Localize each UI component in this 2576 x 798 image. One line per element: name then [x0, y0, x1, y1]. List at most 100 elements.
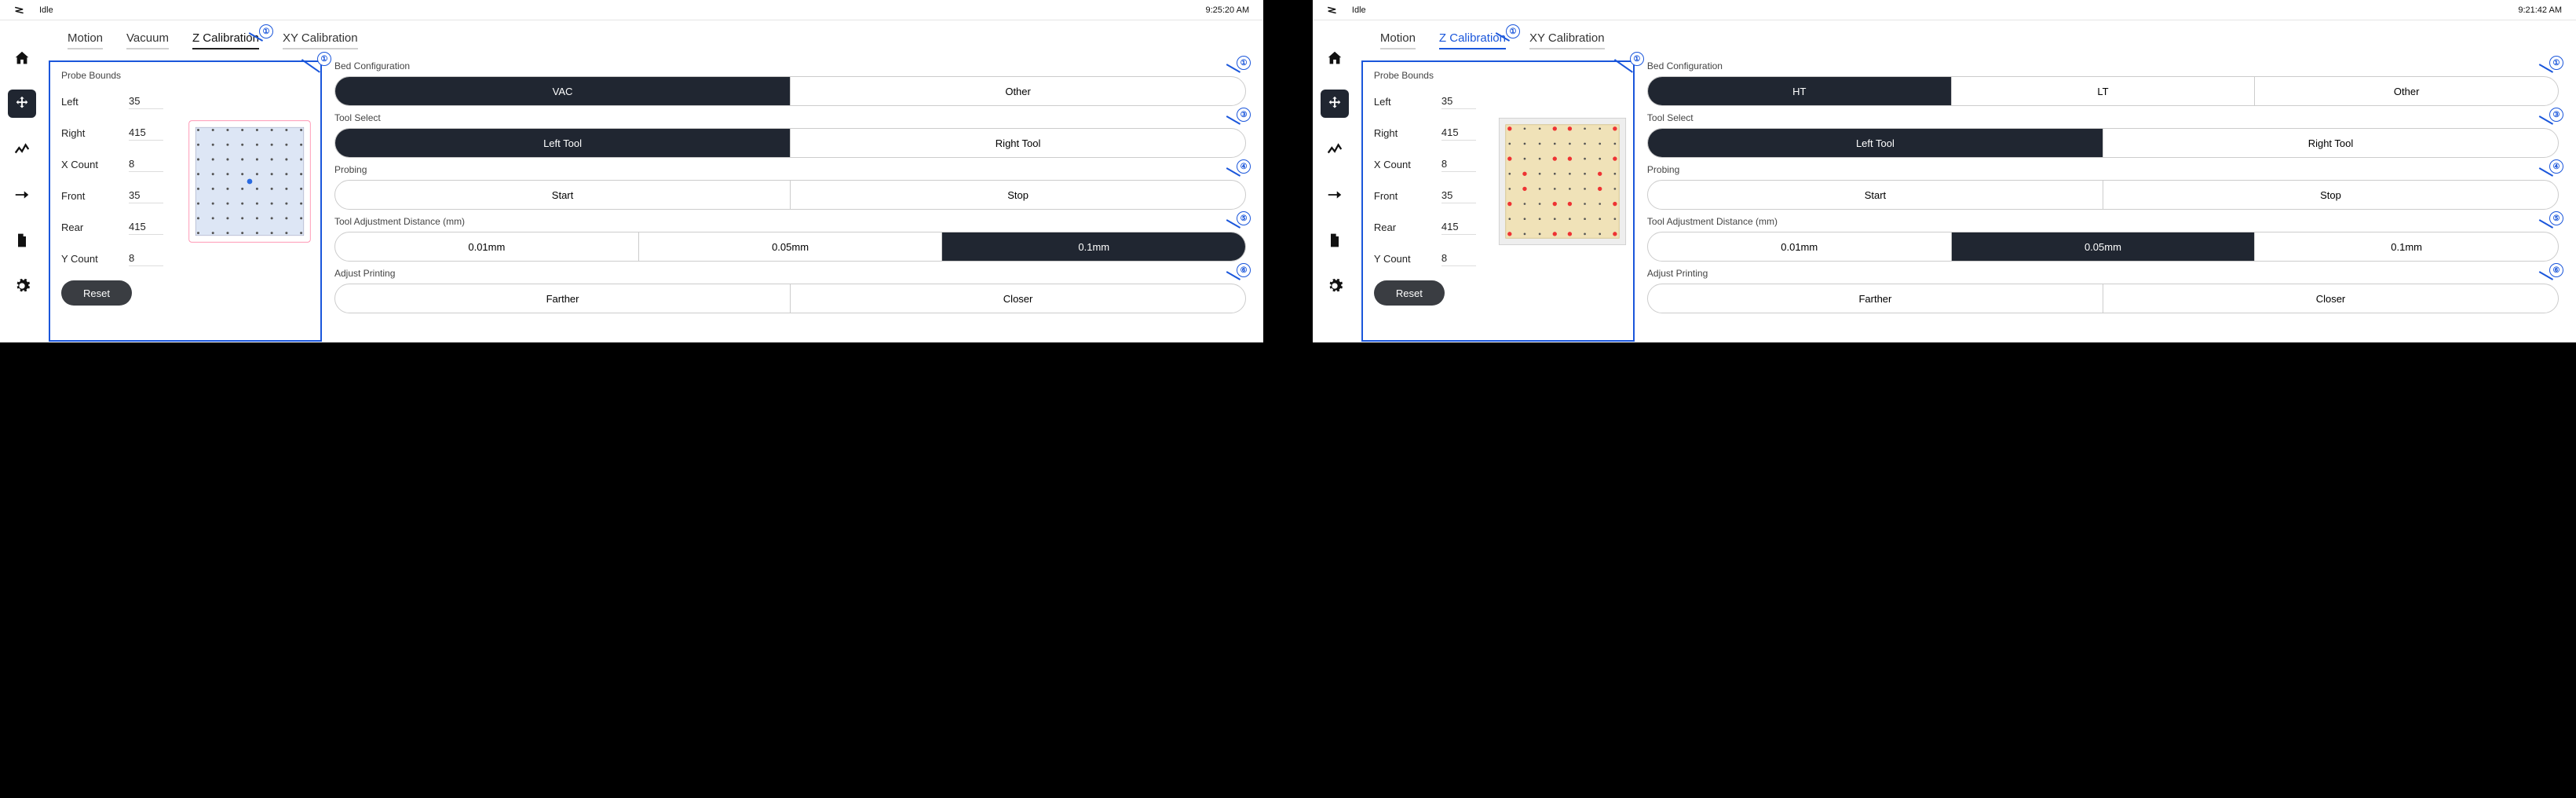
segment-option[interactable]: Left Tool — [1648, 129, 2103, 157]
segment-option[interactable]: Other — [791, 77, 1245, 105]
control-group: ⑥ Adjust Printing FartherCloser — [334, 268, 1246, 313]
status-text: Idle — [1352, 5, 1366, 15]
annotation-badge: ① — [1237, 56, 1251, 70]
segment-option[interactable]: 0.01mm — [1648, 232, 1952, 261]
file-icon[interactable] — [8, 226, 36, 254]
tab-xy-calibration[interactable]: XY Calibration — [1529, 28, 1605, 49]
clock-text: 9:25:20 AM — [1205, 5, 1249, 15]
segment-option[interactable]: HT — [1648, 77, 1952, 105]
control-group: ① Bed Configuration HTLTOther — [1647, 60, 2559, 106]
gear-icon[interactable] — [8, 272, 36, 300]
tab-icon[interactable] — [1321, 181, 1349, 209]
segment-option[interactable]: Stop — [2103, 181, 2558, 209]
annotation-badge: ⑤ — [1237, 211, 1251, 225]
field-label: Left — [1374, 96, 1418, 108]
tab-z-calibration[interactable]: Z Calibration① — [1439, 28, 1506, 49]
segment-option[interactable]: Stop — [791, 181, 1245, 209]
tab-bar: Motion Z Calibration① XY Calibration — [1357, 20, 2563, 54]
field-value[interactable]: 415 — [129, 219, 163, 235]
field-value[interactable]: 35 — [129, 188, 163, 203]
segmented-control: FartherCloser — [334, 284, 1246, 313]
control-group: ⑥ Adjust Printing FartherCloser — [1647, 268, 2559, 313]
field-value[interactable]: 415 — [1441, 219, 1476, 235]
tab-motion[interactable]: Motion — [1380, 28, 1416, 49]
field-value[interactable]: 35 — [1441, 188, 1476, 203]
section-title: Adjust Printing — [1647, 268, 2559, 279]
section-title: Tool Select — [334, 112, 1246, 123]
field-value[interactable]: 8 — [1441, 156, 1476, 172]
segment-option[interactable]: Start — [335, 181, 791, 209]
move-icon[interactable] — [1321, 90, 1349, 118]
field-value[interactable]: 35 — [129, 93, 163, 109]
reset-button[interactable]: Reset — [1374, 280, 1445, 306]
section-title: Adjust Printing — [334, 268, 1246, 279]
tab-z-calibration[interactable]: Z Calibration① — [192, 28, 259, 49]
app-logo-icon — [14, 5, 25, 16]
segment-option[interactable]: 0.05mm — [1952, 232, 2256, 261]
segment-option[interactable]: Farther — [1648, 284, 2103, 313]
annotation-badge: ⑥ — [2549, 263, 2563, 277]
segment-option[interactable]: Other — [2255, 77, 2558, 105]
probe-bounds-panel: ① Probe Bounds Left 35 Right 415 X Count… — [49, 60, 322, 342]
control-group: ⑤ Tool Adjustment Distance (mm) 0.01mm0.… — [334, 216, 1246, 262]
field-value[interactable]: 8 — [1441, 251, 1476, 266]
control-group: ③ Tool Select Left ToolRight Tool — [334, 112, 1246, 158]
home-icon[interactable] — [8, 44, 36, 72]
field-row: Left 35 — [61, 86, 309, 117]
segment-option[interactable]: Right Tool — [2103, 129, 2558, 157]
status-text: Idle — [39, 5, 53, 15]
annotation-badge: ① — [1506, 24, 1520, 38]
segment-option[interactable]: Left Tool — [335, 129, 791, 157]
section-title: Probe Bounds — [61, 70, 309, 81]
field-value[interactable]: 415 — [1441, 125, 1476, 141]
segment-option[interactable]: Closer — [791, 284, 1245, 313]
tab-vacuum[interactable]: Vacuum — [126, 28, 169, 49]
segment-option[interactable]: Closer — [2103, 284, 2558, 313]
tab-bar: Motion Vacuum Z Calibration① XY Calibration — [44, 20, 1251, 54]
segment-option[interactable]: VAC — [335, 77, 791, 105]
annotation-badge: ④ — [1237, 159, 1251, 174]
segment-option[interactable]: Farther — [335, 284, 791, 313]
field-value[interactable]: 8 — [129, 156, 163, 172]
home-icon[interactable] — [1321, 44, 1349, 72]
trend-icon[interactable] — [1321, 135, 1349, 163]
segment-option[interactable]: 0.1mm — [2255, 232, 2558, 261]
reset-button[interactable]: Reset — [61, 280, 132, 306]
control-group: ⑤ Tool Adjustment Distance (mm) 0.01mm0.… — [1647, 216, 2559, 262]
field-value[interactable]: 415 — [129, 125, 163, 141]
annotation-badge: ③ — [1237, 108, 1251, 122]
field-value[interactable]: 35 — [1441, 93, 1476, 109]
segmented-control: StartStop — [334, 180, 1246, 210]
app-logo-icon — [1327, 5, 1338, 16]
segment-option[interactable]: 0.1mm — [942, 232, 1245, 261]
field-label: Right — [1374, 127, 1418, 139]
file-icon[interactable] — [1321, 226, 1349, 254]
segment-option[interactable]: Right Tool — [791, 129, 1245, 157]
segment-option[interactable]: LT — [1952, 77, 2256, 105]
segment-option[interactable]: 0.05mm — [639, 232, 943, 261]
section-title: Probing — [1647, 164, 2559, 175]
section-title: Probing — [334, 164, 1246, 175]
field-value[interactable]: 8 — [129, 251, 163, 266]
field-label: Rear — [1374, 221, 1418, 233]
annotation-badge: ① — [259, 24, 273, 38]
tab-motion[interactable]: Motion — [68, 28, 103, 49]
annotation-badge: ① — [1630, 52, 1644, 66]
control-group: ③ Tool Select Left ToolRight Tool — [1647, 112, 2559, 158]
tab-xy-calibration[interactable]: XY Calibration — [283, 28, 358, 49]
controls-panel: ① Bed Configuration HTLTOther ③ Tool Sel… — [1647, 60, 2563, 342]
tab-label: XY Calibration — [1529, 31, 1605, 45]
tab-icon[interactable] — [8, 181, 36, 209]
tab-label: XY Calibration — [283, 31, 358, 45]
segment-option[interactable]: 0.01mm — [335, 232, 639, 261]
trend-icon[interactable] — [8, 135, 36, 163]
section-title: Probe Bounds — [1374, 70, 1622, 81]
segmented-control: VACOther — [334, 76, 1246, 106]
segmented-control: HTLTOther — [1647, 76, 2559, 106]
move-icon[interactable] — [8, 90, 36, 118]
segmented-control: StartStop — [1647, 180, 2559, 210]
gear-icon[interactable] — [1321, 272, 1349, 300]
controls-panel: ① Bed Configuration VACOther ③ Tool Sele… — [334, 60, 1251, 342]
segment-option[interactable]: Start — [1648, 181, 2103, 209]
field-row: Left 35 — [1374, 86, 1622, 117]
